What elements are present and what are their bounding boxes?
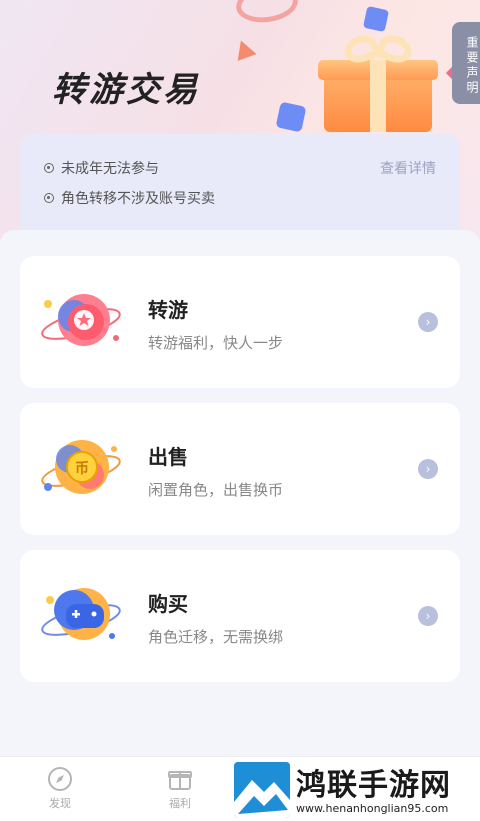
watermark-url: www.henanhonglian95.com bbox=[296, 802, 449, 815]
nav-item-discover[interactable]: 发现 bbox=[30, 765, 90, 811]
card-subtitle: 闲置角色，出售换币 bbox=[148, 481, 284, 499]
chevron-right-icon[interactable]: › bbox=[418, 312, 438, 332]
view-details-link[interactable]: 查看详情 bbox=[380, 158, 436, 178]
decor-cube bbox=[362, 5, 390, 33]
gamepad-planet-icon bbox=[41, 588, 121, 640]
nav-item-welfare[interactable]: 福利 bbox=[150, 765, 210, 811]
star-planet-icon bbox=[41, 294, 121, 346]
decor-cube bbox=[275, 101, 307, 133]
notice-item: 角色转移不涉及账号买卖 bbox=[44, 188, 215, 208]
notice-item-text: 未成年无法参与 bbox=[61, 161, 159, 177]
card-title: 转游 bbox=[148, 298, 188, 322]
decor-ring bbox=[233, 0, 301, 27]
card-title: 购买 bbox=[148, 592, 188, 616]
card-title: 出售 bbox=[148, 445, 188, 469]
notice-card: 未成年无法参与 角色转移不涉及账号买卖 查看详情 bbox=[20, 134, 460, 238]
card-buy[interactable]: 购买 角色迁移，无需换绑 › bbox=[20, 550, 460, 682]
watermark-name: 鸿联手游网 bbox=[296, 768, 451, 803]
radio-dot-icon bbox=[44, 193, 54, 203]
chevron-right-icon[interactable]: › bbox=[418, 459, 438, 479]
notice-item: 未成年无法参与 bbox=[44, 158, 159, 178]
gift-box-illustration bbox=[318, 30, 438, 138]
trade-page: 转游交易 重要声明 未成年无法参与 角色转移不涉及账号买卖 查看详情 转游 转游… bbox=[0, 0, 480, 821]
watermark-logo bbox=[234, 762, 290, 818]
nav-label: 发现 bbox=[49, 797, 71, 810]
important-notice-tab[interactable]: 重要声明 bbox=[452, 22, 480, 104]
chevron-right-icon[interactable]: › bbox=[418, 606, 438, 626]
card-subtitle: 角色迁移，无需换绑 bbox=[148, 628, 284, 646]
coin-planet-icon: 币 bbox=[41, 440, 121, 494]
card-sell[interactable]: 币 出售 闲置角色，出售换币 › bbox=[20, 403, 460, 535]
radio-dot-icon bbox=[44, 163, 54, 173]
decor-triangle bbox=[231, 37, 257, 61]
card-transfer[interactable]: 转游 转游福利，快人一步 › bbox=[20, 256, 460, 388]
compass-icon bbox=[48, 767, 72, 791]
gift-box-icon bbox=[168, 771, 192, 790]
content-area: 转游 转游福利，快人一步 › 币 出售 闲置角色，出售换币 › 购买 角色迁移，… bbox=[0, 230, 480, 756]
notice-item-text: 角色转移不涉及账号买卖 bbox=[61, 191, 215, 207]
card-subtitle: 转游福利，快人一步 bbox=[148, 334, 284, 352]
watermark: 鸿联手游网 www.henanhonglian95.com bbox=[234, 760, 480, 821]
svg-text:币: 币 bbox=[75, 461, 89, 477]
nav-label: 福利 bbox=[169, 797, 191, 810]
page-title: 转游交易 bbox=[52, 70, 200, 110]
